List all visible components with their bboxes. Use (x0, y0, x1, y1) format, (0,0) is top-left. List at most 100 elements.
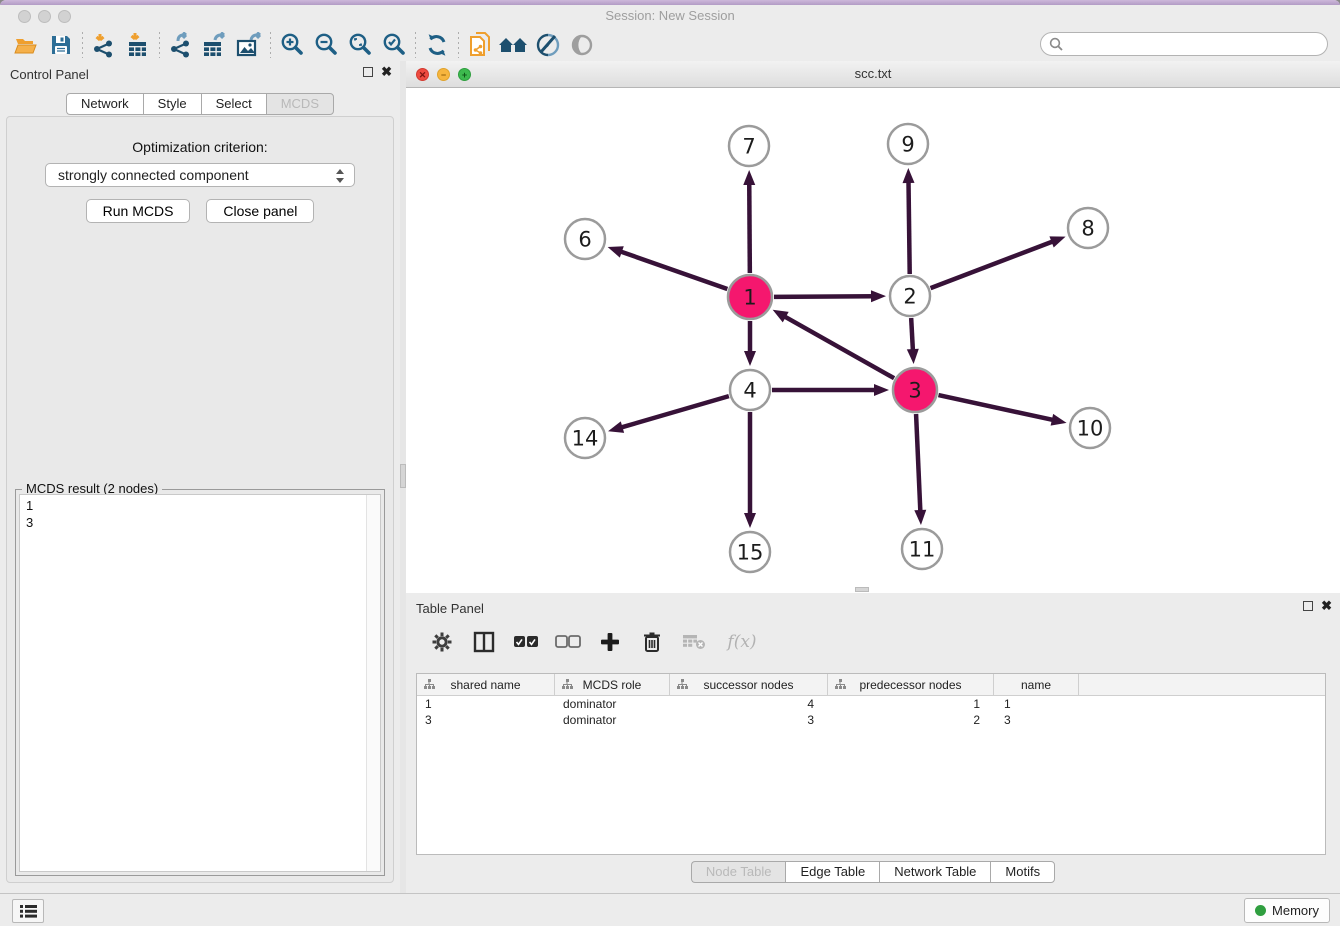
refresh-button[interactable] (420, 31, 454, 59)
zoom-in-button[interactable] (275, 31, 309, 59)
deselect-all-button[interactable] (554, 628, 582, 656)
cell-shared-name[interactable]: 1 (417, 696, 555, 712)
show-graphics-details-button[interactable] (565, 31, 599, 59)
float-panel-icon[interactable] (1303, 601, 1313, 611)
hierarchy-icon (835, 679, 846, 690)
import-network-icon (91, 32, 117, 58)
tab-node-table[interactable]: Node Table (691, 861, 786, 883)
cell-successor-nodes[interactable]: 4 (670, 696, 828, 712)
import-table-icon (125, 32, 151, 58)
horizontal-splitter-handle[interactable] (855, 587, 869, 592)
table-row[interactable]: 1 dominator 4 1 1 (417, 696, 1325, 712)
zoom-selected-button[interactable] (377, 31, 411, 59)
zoom-fit-button[interactable] (343, 31, 377, 59)
zoom-in-icon (279, 32, 305, 58)
tab-network[interactable]: Network (66, 93, 143, 115)
search-input[interactable] (1040, 32, 1328, 56)
float-panel-icon[interactable] (363, 67, 373, 77)
cell-mcds-role[interactable]: dominator (555, 712, 670, 728)
fx-icon: f(x) (727, 632, 756, 652)
select-all-button[interactable] (512, 628, 540, 656)
export-image-button[interactable] (232, 31, 266, 59)
graph-node-label: 2 (903, 285, 916, 309)
status-bar: Memory (0, 893, 1340, 926)
cell-mcds-role[interactable]: dominator (555, 696, 670, 712)
column-header-successor-nodes[interactable]: successor nodes (670, 674, 828, 695)
graph-edge-arrowhead (1049, 236, 1065, 247)
open-session-button[interactable] (10, 31, 44, 59)
export-network-button[interactable] (164, 31, 198, 59)
graph-node-label: 1 (743, 286, 756, 310)
tab-mcds[interactable]: MCDS (266, 93, 334, 115)
zoom-out-button[interactable] (309, 31, 343, 59)
graph-edge-1-2[interactable] (774, 296, 874, 297)
close-panel-icon[interactable]: ✖ (1321, 600, 1332, 612)
tab-style[interactable]: Style (143, 93, 201, 115)
plus-icon (600, 632, 620, 652)
column-header-predecessor-nodes[interactable]: predecessor nodes (828, 674, 994, 695)
network-graph: 1234678910111415 (406, 88, 1340, 593)
run-mcds-button[interactable]: Run MCDS (86, 199, 191, 223)
toolbar-separator (415, 32, 416, 58)
graph-edge-2-8[interactable] (931, 241, 1055, 288)
cell-successor-nodes[interactable]: 3 (670, 712, 828, 728)
table-settings-button[interactable] (428, 628, 456, 656)
delete-table-button[interactable] (680, 628, 708, 656)
close-panel-button[interactable]: Close panel (206, 199, 314, 223)
column-header-name[interactable]: name (994, 674, 1079, 695)
cell-name[interactable]: 1 (994, 696, 1079, 712)
duplicate-network-button[interactable] (463, 31, 497, 59)
tab-edge-table[interactable]: Edge Table (785, 861, 879, 883)
graph-edge-arrowhead (608, 421, 624, 433)
session-title: Session: New Session (0, 5, 1340, 27)
toggle-column-button[interactable] (470, 628, 498, 656)
graph-node-label: 9 (901, 133, 914, 157)
toolbar-separator (270, 32, 271, 58)
function-builder-button[interactable]: f(x) (722, 628, 762, 656)
table-toolbar: f(x) (414, 621, 1332, 663)
cell-shared-name[interactable]: 3 (417, 712, 555, 728)
graph-edge-2-9[interactable] (908, 180, 909, 274)
export-table-button[interactable] (198, 31, 232, 59)
graph-edge-2-3[interactable] (911, 318, 913, 352)
optimization-select[interactable]: strongly connected component (45, 163, 355, 187)
result-scrollbar[interactable] (366, 495, 380, 871)
memory-button[interactable]: Memory (1244, 898, 1330, 923)
tab-select[interactable]: Select (201, 93, 266, 115)
list-icon (20, 904, 37, 918)
hierarchy-icon (424, 679, 435, 690)
import-network-button[interactable] (87, 31, 121, 59)
close-panel-icon[interactable]: ✖ (381, 66, 392, 78)
column-header-shared-name[interactable]: shared name (417, 674, 555, 695)
graph-edge-4-14[interactable] (620, 396, 729, 428)
delete-column-button[interactable] (638, 628, 666, 656)
network-canvas[interactable]: 1234678910111415 (406, 88, 1340, 593)
graph-edge-1-7[interactable] (749, 182, 750, 273)
add-column-button[interactable] (596, 628, 624, 656)
table-row[interactable]: 3 dominator 3 2 3 (417, 712, 1325, 728)
save-session-button[interactable] (44, 31, 78, 59)
memory-status-icon (1255, 905, 1266, 916)
hierarchy-icon (562, 679, 573, 690)
column-header-mcds-role[interactable]: MCDS role (555, 674, 670, 695)
column-header-filler (1079, 674, 1325, 695)
tab-motifs[interactable]: Motifs (990, 861, 1055, 883)
cell-name[interactable]: 3 (994, 712, 1079, 728)
select-stepper-icon (336, 168, 345, 184)
table-tabs: Node Table Edge Table Network Table Moti… (406, 861, 1340, 883)
home-button[interactable] (497, 31, 531, 59)
mcds-result-list[interactable]: 1 3 (19, 494, 381, 872)
graph-edge-3-1[interactable] (783, 316, 894, 379)
cell-predecessor-nodes[interactable]: 2 (828, 712, 994, 728)
import-table-button[interactable] (121, 31, 155, 59)
style-preview-icon (535, 32, 561, 58)
graph-edge-arrowhead (744, 513, 756, 528)
tab-network-table[interactable]: Network Table (879, 861, 990, 883)
graph-edge-1-6[interactable] (619, 251, 727, 289)
cell-predecessor-nodes[interactable]: 1 (828, 696, 994, 712)
style-preview-button[interactable] (531, 31, 565, 59)
graph-edge-3-10[interactable] (938, 395, 1054, 420)
graph-edge-3-11[interactable] (916, 414, 920, 513)
task-history-button[interactable] (12, 899, 44, 923)
zoom-fit-icon (347, 32, 373, 58)
